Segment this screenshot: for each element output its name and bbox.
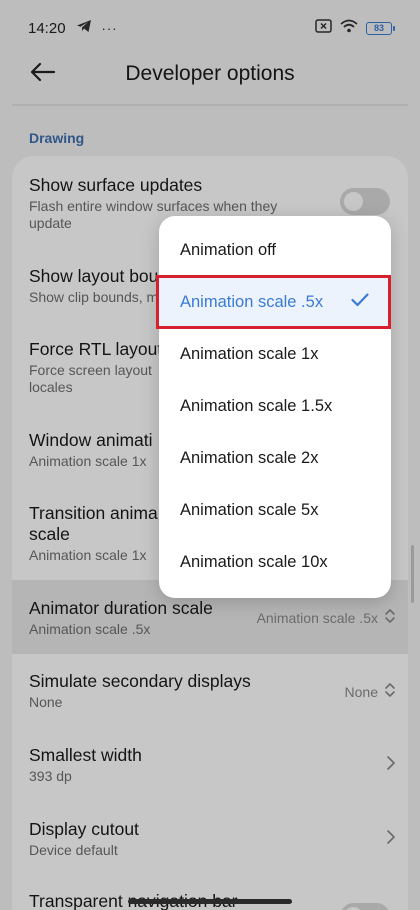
navigation-handle[interactable] [128,899,292,904]
option-animation-scale-1-5x[interactable]: Animation scale 1.5x [159,380,391,432]
option-animation-scale-5x[interactable]: Animation scale 5x [159,484,391,536]
checkmark-icon [351,293,369,312]
option-label: Animation scale 5x [180,500,319,519]
option-label: Animation scale .5x [180,292,324,311]
option-label: Animation off [180,240,277,259]
option-animation-scale-2x[interactable]: Animation scale 2x [159,432,391,484]
option-animation-scale-0-5x[interactable]: Animation scale .5x [159,276,391,328]
option-label: Animation scale 10x [180,552,328,571]
option-animation-scale-10x[interactable]: Animation scale 10x [159,536,391,588]
option-label: Animation scale 2x [180,448,319,467]
option-label: Animation scale 1.5x [180,396,333,415]
option-animation-off[interactable]: Animation off [159,224,391,276]
option-label: Animation scale 1x [180,344,319,363]
scrollbar[interactable] [411,545,414,603]
animation-scale-popup: Animation off Animation scale .5x Animat… [156,216,391,598]
option-animation-scale-1x[interactable]: Animation scale 1x [159,328,391,380]
